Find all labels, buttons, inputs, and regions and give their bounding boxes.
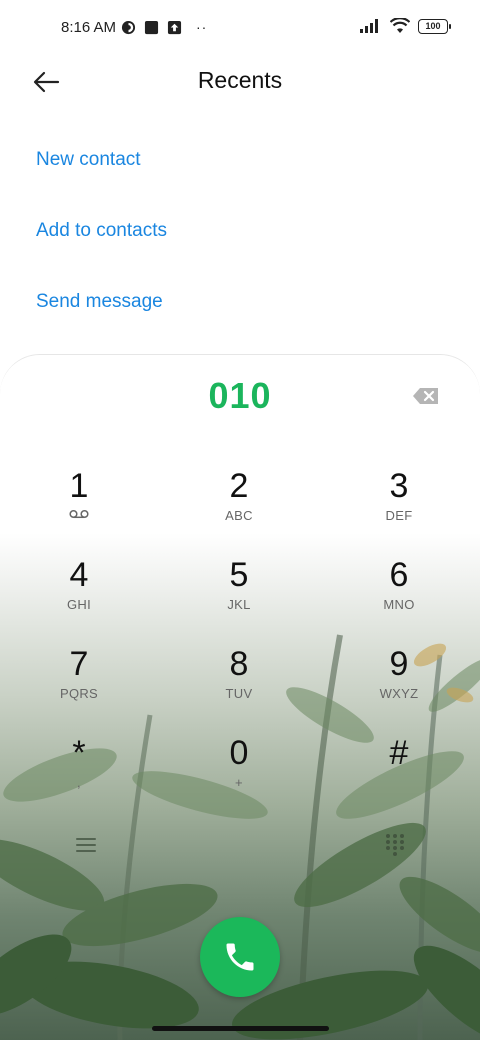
key-letters: ,: [77, 775, 81, 790]
key-letters: GHI: [66, 597, 91, 612]
wifi-icon: [390, 18, 410, 33]
square-icon: [144, 20, 159, 34]
key-star[interactable]: * ,: [19, 734, 139, 814]
status-notification-icons: ··: [121, 19, 207, 35]
menu-icon: [76, 838, 96, 852]
backspace-button[interactable]: [412, 386, 442, 408]
key-letters: TUV: [225, 686, 253, 701]
key-digit: 4: [69, 556, 89, 594]
key-letters: MNO: [383, 597, 415, 612]
entered-number: 010: [208, 375, 272, 416]
key-digit: 9: [389, 645, 409, 683]
new-contact-link[interactable]: New contact: [36, 149, 141, 171]
battery-icon: 100: [418, 18, 451, 34]
key-1[interactable]: 1: [19, 467, 139, 547]
key-digit: 7: [69, 645, 89, 683]
voicemail-icon: [69, 509, 89, 519]
key-letters: +: [235, 775, 243, 790]
key-letters: DEF: [385, 508, 413, 523]
phone-icon: [226, 943, 254, 971]
key-letters: PQRS: [59, 686, 99, 701]
key-3[interactable]: 3 DEF: [339, 467, 459, 547]
menu-button[interactable]: [74, 835, 98, 855]
key-digit: 5: [229, 556, 249, 594]
key-letters: ABC: [225, 508, 253, 523]
status-time: 8:16 AM: [61, 19, 117, 36]
page-title: Recents: [197, 67, 283, 93]
key-digit: 8: [229, 645, 249, 683]
key-digit: 2: [229, 467, 249, 505]
key-8[interactable]: 8 TUV: [179, 645, 299, 725]
key-letters: WXYZ: [379, 686, 419, 701]
upload-icon: [167, 20, 182, 34]
key-digit: 3: [389, 467, 409, 505]
dialpad-toggle-button[interactable]: [384, 833, 406, 857]
key-letters: JKL: [227, 597, 251, 612]
key-digit: *: [72, 734, 86, 772]
key-9[interactable]: 9 WXYZ: [339, 645, 459, 725]
vpn-icon: [121, 20, 136, 34]
dialpad-panel: 010 1 2 ABC 3 DEF 4 GHI 5 JKL 6 MNO 7 PQ…: [0, 354, 480, 1040]
key-digit: 0: [229, 734, 249, 772]
key-digit: 6: [389, 556, 409, 594]
more-dots-icon: ··: [196, 19, 208, 35]
status-system-icons: 100: [360, 18, 451, 34]
dialpad-grid-icon: [386, 834, 404, 856]
key-6[interactable]: 6 MNO: [339, 556, 459, 636]
key-hash[interactable]: #: [339, 734, 459, 814]
send-message-link[interactable]: Send message: [36, 291, 163, 313]
signal-icon: [360, 19, 378, 33]
key-7[interactable]: 7 PQRS: [19, 645, 139, 725]
key-4[interactable]: 4 GHI: [19, 556, 139, 636]
key-2[interactable]: 2 ABC: [179, 467, 299, 547]
key-digit: #: [389, 734, 409, 772]
backspace-icon: [413, 388, 438, 404]
status-bar: 8:16 AM ·· 100: [0, 0, 480, 56]
call-button[interactable]: [200, 917, 280, 997]
key-digit: 1: [69, 467, 89, 505]
key-5[interactable]: 5 JKL: [179, 556, 299, 636]
add-to-contacts-link[interactable]: Add to contacts: [36, 220, 167, 242]
key-0[interactable]: 0 +: [179, 734, 299, 814]
home-indicator[interactable]: [152, 1026, 329, 1031]
